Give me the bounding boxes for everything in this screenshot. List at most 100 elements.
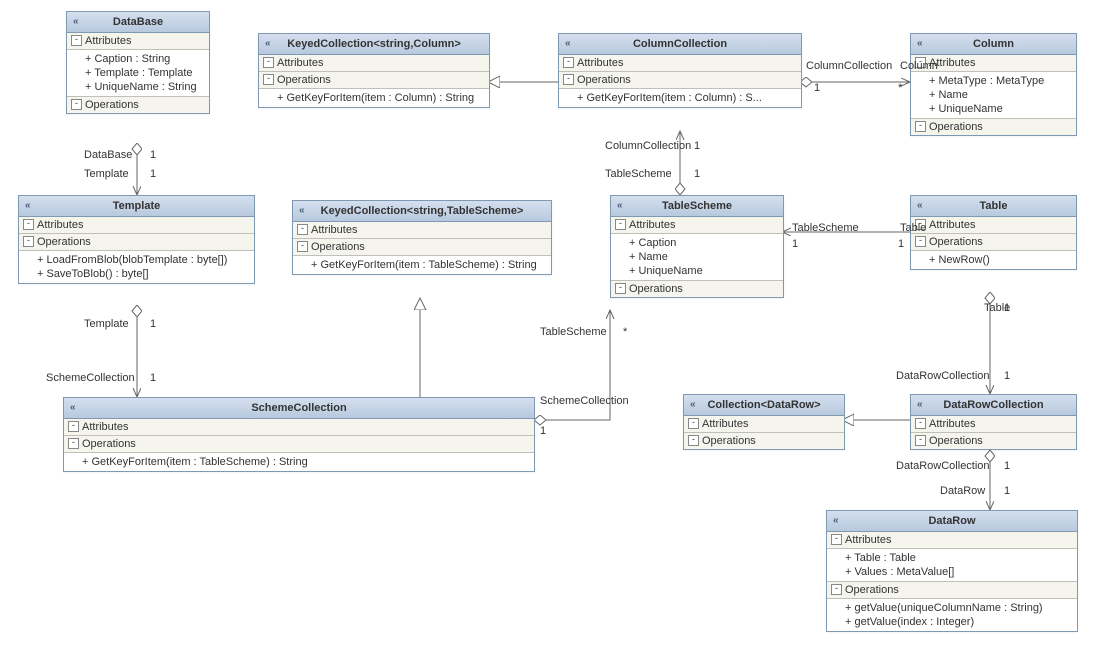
class-title: « Collection<DataRow> (684, 395, 844, 416)
operations-header[interactable]: -Operations (911, 119, 1076, 135)
attributes-header[interactable]: -Attributes (293, 222, 551, 239)
class-scheme-collection[interactable]: « SchemeCollection -Attributes -Operatio… (63, 397, 535, 472)
label-one: 1 (150, 168, 156, 180)
class-name: Collection<DataRow> (707, 399, 820, 411)
class-column[interactable]: « Column -Attributes + MetaType : MetaTy… (910, 33, 1077, 136)
operations-header[interactable]: -Operations (293, 239, 551, 256)
label-one: 1 (150, 149, 156, 161)
collapse-icon: « (73, 16, 79, 27)
attributes-header[interactable]: -Attributes (827, 532, 1077, 549)
collapse-icon: « (25, 200, 31, 211)
label-columncollection: ColumnCollection (806, 60, 892, 72)
class-name: DataRow (928, 515, 975, 527)
class-title: « KeyedCollection<string,TableScheme> (293, 201, 551, 222)
attributes-list: + Table : Table + Values : MetaValue[] (827, 549, 1077, 582)
minus-icon: - (915, 418, 926, 429)
label-tablescheme: TableScheme (605, 168, 672, 180)
class-keyed-tablescheme[interactable]: « KeyedCollection<string,TableScheme> -A… (292, 200, 552, 275)
attributes-header[interactable]: -Attributes (19, 217, 254, 234)
class-datarow-collection[interactable]: « DataRowCollection -Attributes -Operati… (910, 394, 1077, 450)
label-one: 1 (792, 238, 798, 250)
class-title: « DataRow (827, 511, 1077, 532)
operations-header[interactable]: -Operations (684, 433, 844, 449)
attributes-header[interactable]: -Attributes (67, 33, 209, 50)
class-datarow[interactable]: « DataRow -Attributes + Table : Table + … (826, 510, 1078, 632)
class-name: Table (980, 200, 1008, 212)
minus-icon: - (263, 74, 274, 85)
class-name: DataBase (113, 16, 163, 28)
collapse-icon: « (617, 200, 623, 211)
attributes-list: + Caption + Name + UniqueName (611, 234, 783, 281)
label-one: 1 (694, 140, 700, 152)
operations-header[interactable]: -Operations (19, 234, 254, 251)
collapse-icon: « (833, 515, 839, 526)
attributes-header[interactable]: -Attributes (911, 416, 1076, 433)
label-column: Column (900, 60, 938, 72)
label-one: 1 (1004, 460, 1010, 472)
minus-icon: - (915, 236, 926, 247)
class-tablescheme[interactable]: « TableScheme -Attributes + Caption + Na… (610, 195, 784, 298)
attributes-list: + MetaType : MetaType + Name + UniqueNam… (911, 72, 1076, 119)
minus-icon: - (615, 219, 626, 230)
class-column-collection[interactable]: « ColumnCollection -Attributes -Operatio… (558, 33, 802, 108)
label-table: Table (900, 222, 926, 234)
class-name: SchemeCollection (251, 402, 346, 414)
minus-icon: - (71, 35, 82, 46)
minus-icon: - (831, 534, 842, 545)
attributes-header[interactable]: -Attributes (911, 217, 1076, 234)
operations-list: + getValue(uniqueColumnName : String) + … (827, 599, 1077, 631)
label-datarowcollection: DataRowCollection (896, 460, 990, 472)
attributes-header[interactable]: -Attributes (684, 416, 844, 433)
minus-icon: - (297, 241, 308, 252)
class-name: Column (973, 38, 1014, 50)
class-keyed-column[interactable]: « KeyedCollection<string,Column> -Attrib… (258, 33, 490, 108)
collapse-icon: « (917, 200, 923, 211)
minus-icon: - (68, 438, 79, 449)
operations-header[interactable]: -Operations (67, 97, 209, 113)
operations-header[interactable]: -Operations (911, 433, 1076, 449)
minus-icon: - (615, 283, 626, 294)
class-name: TableScheme (662, 200, 732, 212)
operations-header[interactable]: -Operations (911, 234, 1076, 251)
class-collection-datarow[interactable]: « Collection<DataRow> -Attributes -Opera… (683, 394, 845, 450)
operations-list: + LoadFromBlob(blobTemplate : byte[]) + … (19, 251, 254, 283)
minus-icon: - (23, 219, 34, 230)
class-title: « Template (19, 196, 254, 217)
class-table[interactable]: « Table -Attributes -Operations + NewRow… (910, 195, 1077, 270)
operations-list: + GetKeyForItem(item : TableScheme) : St… (64, 453, 534, 471)
class-template[interactable]: « Template -Attributes -Operations + Loa… (18, 195, 255, 284)
operations-header[interactable]: -Operations (611, 281, 783, 297)
label-one: 1 (814, 82, 820, 94)
label-one: 1 (1004, 302, 1010, 314)
attributes-header[interactable]: -Attributes (64, 419, 534, 436)
class-name: KeyedCollection<string,TableScheme> (321, 205, 524, 217)
class-title: « Column (911, 34, 1076, 55)
collapse-icon: « (690, 399, 696, 410)
attributes-header[interactable]: -Attributes (611, 217, 783, 234)
minus-icon: - (915, 435, 926, 446)
collapse-icon: « (299, 205, 305, 216)
label-columncollection: ColumnCollection (605, 140, 691, 152)
operations-list: + NewRow() (911, 251, 1076, 269)
operations-header[interactable]: -Operations (259, 72, 489, 89)
class-database[interactable]: « DataBase -Attributes + Caption : Strin… (66, 11, 210, 114)
label-datarowcollection: DataRowCollection (896, 370, 990, 382)
label-tablescheme: TableScheme (792, 222, 859, 234)
operations-list: + GetKeyForItem(item : Column) : String (259, 89, 489, 107)
attributes-header[interactable]: -Attributes (559, 55, 801, 72)
collapse-icon: « (565, 38, 571, 49)
class-title: « Table (911, 196, 1076, 217)
operations-header[interactable]: -Operations (64, 436, 534, 453)
minus-icon: - (263, 57, 274, 68)
class-name: KeyedCollection<string,Column> (287, 38, 461, 50)
label-one: 1 (1004, 370, 1010, 382)
minus-icon: - (23, 236, 34, 247)
label-template: Template (84, 318, 129, 330)
operations-header[interactable]: -Operations (827, 582, 1077, 599)
class-title: « SchemeCollection (64, 398, 534, 419)
attributes-list: + Caption : String + Template : Template… (67, 50, 209, 97)
class-name: Template (113, 200, 160, 212)
attributes-header[interactable]: -Attributes (259, 55, 489, 72)
operations-header[interactable]: -Operations (559, 72, 801, 89)
collapse-icon: « (917, 399, 923, 410)
